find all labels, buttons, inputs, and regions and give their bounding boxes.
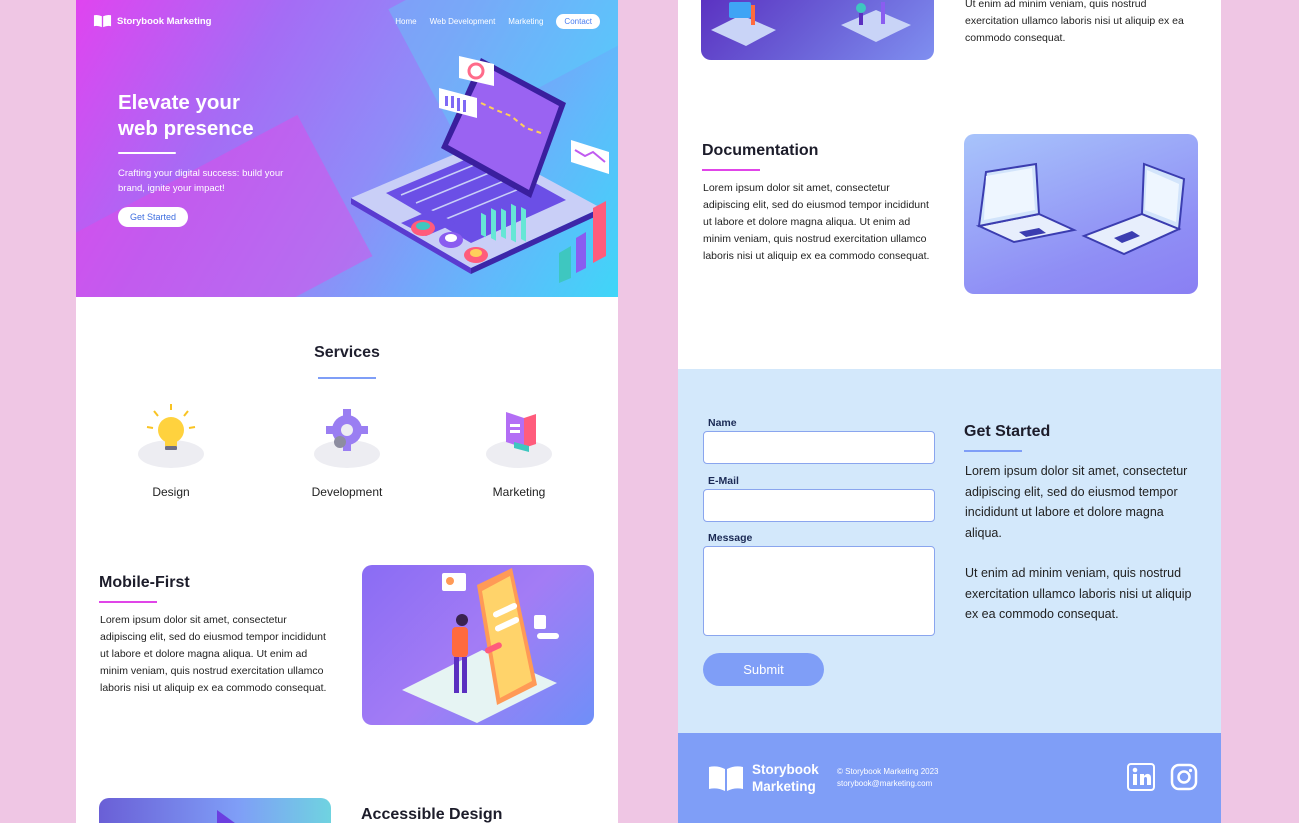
people-platform-illustration: [711, 2, 911, 46]
two-laptops-illustration: [975, 162, 1186, 256]
service-label: Development: [311, 485, 383, 499]
brand-name: Storybook Marketing: [117, 15, 212, 27]
submit-button[interactable]: Submit: [703, 653, 824, 686]
message-field[interactable]: [703, 546, 935, 636]
footer-brand[interactable]: Storybook Marketing: [708, 761, 819, 795]
email-field[interactable]: [703, 489, 935, 522]
nav-marketing[interactable]: Marketing: [508, 17, 543, 26]
mobile-first-title: Mobile-First: [99, 574, 190, 591]
landing-page-right: Ut enim ad minim veniam, quis nostrud ex…: [678, 0, 1221, 823]
service-marketing[interactable]: Marketing: [459, 402, 579, 499]
footer: Storybook Marketing © Storybook Marketin…: [678, 733, 1221, 823]
lightbulb-icon: [138, 404, 204, 468]
nav-home[interactable]: Home: [395, 17, 416, 26]
hero-divider: [118, 152, 176, 154]
get-started-paragraph: Ut enim ad minim veniam, quis nostrud ex…: [965, 566, 1192, 621]
documentation-divider: [702, 169, 760, 171]
phone-user-illustration: [402, 568, 559, 723]
documentation-text: Lorem ipsum dolor sit amet, consectetur …: [703, 182, 930, 262]
footer-brand-line: Marketing: [752, 779, 816, 794]
hero-section: Storybook Marketing Home Web Development…: [76, 0, 618, 297]
laptop-analytics-illustration: [351, 56, 609, 283]
top-nav: Home Web Development Marketing Contact: [395, 14, 600, 29]
book-icon: [93, 14, 112, 28]
accessible-design-title: Accessible Design: [361, 806, 503, 823]
instagram-icon[interactable]: [1170, 763, 1198, 791]
get-started-divider: [964, 450, 1022, 452]
marketing-board-icon: [486, 412, 552, 468]
footer-meta: © Storybook Marketing 2023 storybook@mar…: [837, 766, 939, 790]
accessible-design-illustration: [99, 798, 331, 823]
service-design[interactable]: Design: [111, 402, 231, 499]
hero-subtitle: Crafting your digital success: build you…: [118, 168, 284, 194]
footer-email[interactable]: storybook@marketing.com: [837, 778, 939, 790]
mobile-first-illustration: [362, 565, 594, 725]
service-label: Marketing: [492, 485, 546, 499]
contact-section: Name E-Mail Message Submit Get Started L…: [678, 369, 1221, 733]
message-label: Message: [708, 532, 753, 544]
footer-copyright: © Storybook Marketing 2023: [837, 767, 939, 776]
documentation-title: Documentation: [702, 142, 819, 159]
footer-brand-line: Storybook: [752, 762, 819, 777]
linkedin-icon[interactable]: [1127, 763, 1155, 791]
get-started-title: Get Started: [964, 423, 1051, 440]
service-label: Design: [152, 485, 190, 499]
hero-decor-streak: [76, 114, 373, 297]
name-field[interactable]: [703, 431, 935, 464]
landing-page-left: Storybook Marketing Home Web Development…: [76, 0, 618, 823]
email-label: E-Mail: [708, 475, 739, 487]
get-started-button[interactable]: Get Started: [118, 207, 189, 227]
section-text: Ut enim ad minim veniam, quis nostrud ex…: [965, 0, 1184, 44]
hero-title: Elevate your web presence: [118, 90, 254, 142]
hero-title-line: Elevate your: [118, 91, 240, 114]
play-icon: [217, 810, 235, 823]
mobile-first-divider: [99, 601, 157, 603]
gear-icon: [314, 409, 380, 468]
book-icon: [709, 766, 743, 791]
nav-contact-button[interactable]: Contact: [556, 14, 600, 29]
mobile-first-text: Lorem ipsum dolor sit amet, consectetur …: [100, 614, 327, 694]
services-divider: [318, 377, 376, 379]
documentation-illustration: [964, 134, 1198, 294]
team-illustration: [701, 0, 934, 60]
footer-brand-name: Storybook Marketing: [752, 761, 819, 795]
brand-logo[interactable]: Storybook Marketing: [93, 14, 212, 28]
hero-title-line: web presence: [118, 117, 254, 140]
nav-web-development[interactable]: Web Development: [430, 17, 496, 26]
get-started-paragraph: Lorem ipsum dolor sit amet, consectetur …: [965, 464, 1188, 540]
service-development[interactable]: Development: [287, 402, 407, 499]
get-started-text: Lorem ipsum dolor sit amet, consectetur …: [965, 461, 1195, 625]
name-label: Name: [708, 417, 737, 429]
services-title: Services: [314, 344, 380, 361]
